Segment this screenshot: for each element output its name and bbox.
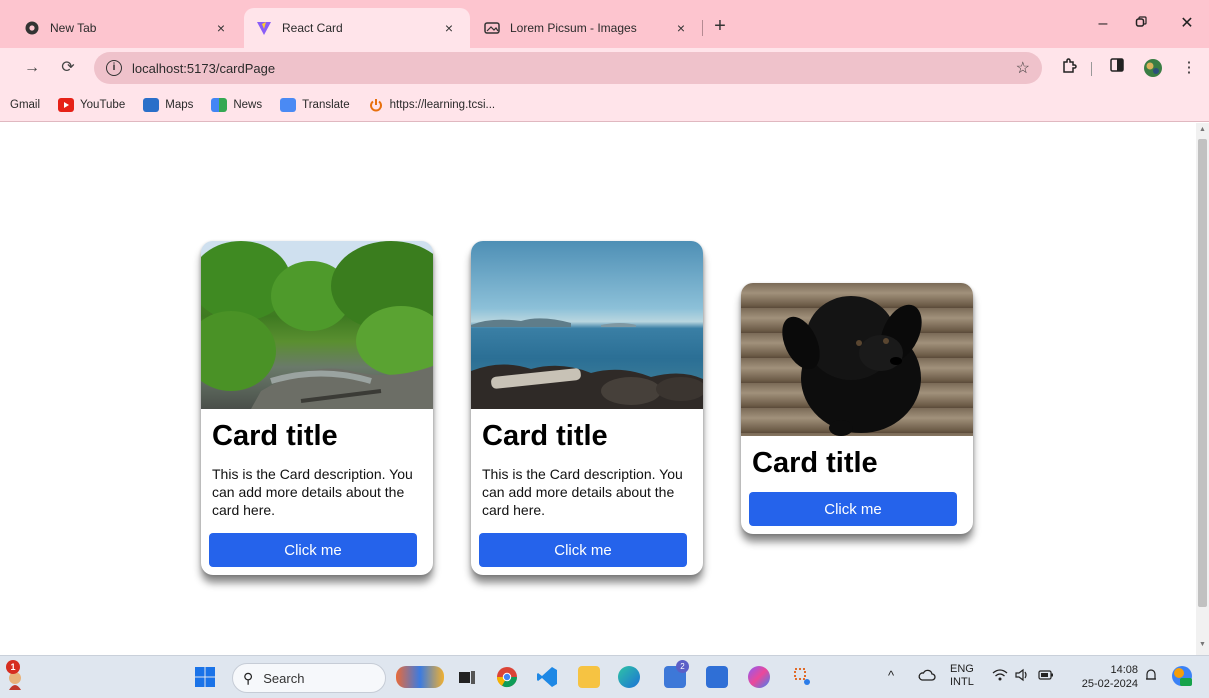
vertical-scrollbar[interactable]: ▲ ▼ — [1196, 123, 1209, 655]
restore-icon[interactable] — [1126, 12, 1156, 36]
bookmarks-bar: Gmail YouTube Maps News Translate https:… — [0, 88, 1209, 122]
tab-title: React Card — [282, 21, 343, 35]
profile-avatar-icon[interactable] — [1142, 58, 1164, 84]
card-dog: Card title Click me — [741, 283, 973, 534]
vite-icon — [256, 20, 272, 36]
language-indicator[interactable]: ENG INTL — [950, 663, 974, 689]
close-tab-icon[interactable]: × — [440, 20, 458, 36]
clock-date: 25-02-2024 — [1081, 678, 1138, 690]
notification-badge: 1 — [6, 660, 20, 674]
new-tab-button[interactable]: + — [709, 14, 731, 38]
bookmark-gmail[interactable]: Gmail — [10, 99, 40, 111]
bookmark-youtube[interactable]: YouTube — [58, 97, 126, 112]
scrollbar-thumb[interactable] — [1198, 139, 1207, 607]
copilot-preview-icon[interactable] — [1170, 664, 1194, 691]
maps-icon — [143, 97, 160, 112]
news-icon — [211, 97, 228, 112]
notification-bell-icon[interactable] — [1143, 667, 1159, 686]
card-title: Card title — [212, 420, 338, 452]
card-forest: Card title This is the Card description.… — [201, 241, 433, 575]
close-tab-icon[interactable]: × — [672, 20, 690, 36]
keyboard-layout: INTL — [950, 676, 974, 688]
card-description: This is the Card description. You can ad… — [212, 466, 413, 518]
language-code: ENG — [950, 663, 974, 675]
side-panel-icon[interactable] — [1106, 58, 1128, 78]
onedrive-cloud-icon[interactable] — [918, 668, 936, 685]
tab-react-card[interactable]: React Card × — [244, 8, 470, 48]
clock[interactable]: 14:08 25-02-2024 — [1066, 663, 1138, 691]
vscode-icon[interactable] — [536, 666, 558, 688]
page-viewport: Card title This is the Card description.… — [0, 123, 1196, 655]
teams-icon[interactable]: 2 — [664, 660, 689, 688]
bookmark-label: YouTube — [80, 98, 126, 111]
widgets-icon[interactable] — [396, 666, 444, 688]
bookmark-star-icon[interactable]: ☆ — [1016, 58, 1030, 78]
tab-new-tab[interactable]: New Tab × — [12, 8, 242, 48]
chrome-taskbar-icon[interactable] — [496, 666, 518, 688]
card-ocean: Card title This is the Card description.… — [471, 241, 703, 575]
tab-title: New Tab — [50, 21, 97, 35]
card-title: Card title — [752, 447, 878, 479]
windows-start-icon[interactable] — [194, 666, 216, 688]
store-icon[interactable] — [706, 666, 728, 688]
url-text[interactable]: localhost:5173/cardPage — [132, 61, 1016, 76]
file-explorer-icon[interactable] — [578, 666, 600, 688]
copilot-icon[interactable] — [748, 666, 770, 688]
click-me-button[interactable]: Click me — [749, 492, 957, 526]
taskbar-search-input[interactable]: ⚲ Search — [232, 663, 386, 693]
tab-separator — [702, 20, 703, 36]
site-info-icon[interactable]: i — [106, 60, 122, 76]
bookmark-label: News — [233, 98, 263, 111]
bookmark-learning[interactable]: https://learning.tcsi... — [368, 98, 495, 112]
minimize-icon[interactable]: – — [1088, 12, 1118, 36]
bookmark-label: https://learning.tcsi... — [389, 98, 496, 111]
extensions-icon[interactable] — [1058, 58, 1080, 80]
reload-icon[interactable]: ⟳ — [56, 56, 80, 80]
card-title: Card title — [482, 420, 608, 452]
teams-badge: 2 — [676, 660, 689, 673]
tab-lorem-picsum[interactable]: Lorem Picsum - Images × — [472, 8, 702, 48]
toolbar-divider — [1091, 62, 1092, 76]
windows-taskbar: 1 ⚲ Search 2 ^ ENG INTL 14:08 25-02-2024 — [0, 655, 1209, 698]
translate-icon — [280, 97, 297, 112]
clock-time: 14:08 — [1110, 664, 1138, 676]
bookmark-label: Maps — [165, 98, 194, 111]
task-view-icon[interactable] — [456, 666, 478, 688]
tab-title: Lorem Picsum - Images — [510, 21, 637, 35]
menu-kebab-icon[interactable]: ⋮ — [1178, 58, 1200, 78]
close-tab-icon[interactable]: × — [212, 20, 230, 36]
youtube-icon — [58, 97, 75, 112]
edge-icon[interactable] — [618, 666, 640, 688]
show-hidden-icons-chevron[interactable]: ^ — [888, 668, 894, 683]
bookmark-news[interactable]: News — [211, 97, 263, 112]
bookmark-maps[interactable]: Maps — [143, 97, 194, 112]
click-me-button[interactable]: Click me — [479, 533, 687, 567]
scroll-down-icon[interactable]: ▼ — [1196, 641, 1209, 648]
navigation-bar: → ⟳ i localhost:5173/cardPage ☆ ⋮ — [0, 48, 1209, 88]
scroll-up-icon[interactable]: ▲ — [1196, 126, 1209, 133]
tab-strip: New Tab × React Card × Lorem Picsum - Im… — [0, 0, 1209, 48]
forward-icon[interactable]: → — [20, 56, 44, 80]
card-description: This is the Card description. You can ad… — [482, 466, 683, 518]
wifi-icon[interactable] — [992, 668, 1008, 685]
bookmark-label: Translate — [302, 98, 350, 111]
snipping-tool-icon[interactable] — [792, 666, 814, 688]
volume-icon[interactable] — [1014, 668, 1030, 685]
card-image-ocean — [471, 241, 703, 409]
search-icon: ⚲ — [243, 669, 254, 686]
close-window-icon[interactable]: ✕ — [1172, 12, 1202, 36]
battery-icon[interactable] — [1038, 669, 1054, 684]
bookmark-translate[interactable]: Translate — [280, 97, 350, 112]
notification-avatar-icon[interactable]: 1 — [6, 660, 24, 690]
card-image-dog — [741, 283, 973, 436]
image-icon — [484, 20, 500, 36]
card-image-forest — [201, 241, 433, 409]
address-bar[interactable]: i localhost:5173/cardPage ☆ — [94, 52, 1042, 84]
click-me-button[interactable]: Click me — [209, 533, 417, 567]
power-icon — [368, 98, 384, 112]
bookmark-label: Gmail — [10, 98, 41, 111]
chrome-icon — [24, 20, 40, 36]
search-placeholder: Search — [263, 670, 305, 686]
